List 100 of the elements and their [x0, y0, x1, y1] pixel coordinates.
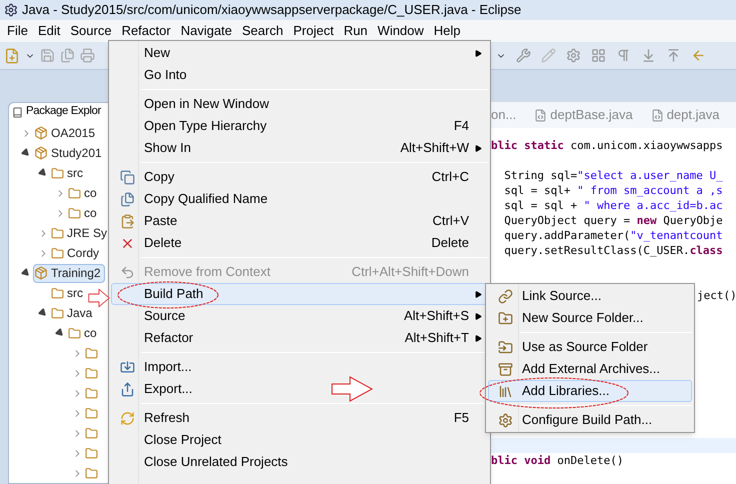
- tree-item-label: OA2015: [51, 125, 96, 142]
- grid-icon[interactable]: [591, 48, 606, 63]
- code-line: String sql="select a.user_name U_: [503, 169, 723, 182]
- folder-icon: [51, 306, 64, 320]
- code-line: sql = sql + " where a.acc_id=b.ac: [503, 199, 723, 212]
- menu-bar-item[interactable]: Project: [288, 21, 339, 41]
- menu-item-icon: [120, 360, 134, 374]
- code-line: query.setResultClass(C_USER.class: [503, 244, 723, 257]
- tree-item-label: JRE Sy: [67, 225, 108, 242]
- window-title: Java - Study2015/src/com/unicom/xiaoywwsappserverpackage/C_USER.java - Eclipse: [22, 1, 522, 20]
- menu-bar-item[interactable]: Refactor: [116, 21, 176, 41]
- project-icon: [34, 266, 48, 280]
- menu-bar-item[interactable]: Help: [428, 21, 466, 41]
- folder-icon: [85, 366, 98, 380]
- tree-item-label: co: [84, 325, 97, 342]
- tree-item[interactable]: co: [67, 204, 101, 222]
- menu-item[interactable]: Delete Delete: [111, 232, 488, 254]
- menu-item[interactable]: Use as Source Folder: [488, 336, 692, 358]
- menu-item-icon: [120, 214, 134, 228]
- folder-icon: [51, 226, 64, 240]
- tree-item-label: src: [67, 165, 83, 182]
- menu-item-icon: [498, 362, 512, 376]
- menu-item[interactable]: Paste Ctrl+V: [111, 210, 488, 232]
- menu-item[interactable]: Add External Archives...: [488, 358, 692, 380]
- menu-item[interactable]: Refresh F5: [111, 407, 488, 429]
- tree-item-label: Study201: [51, 145, 102, 162]
- menu-item[interactable]: Link Source...: [488, 285, 692, 307]
- menu-item-icon: [498, 288, 512, 304]
- menu-bar-item[interactable]: Window: [372, 21, 429, 41]
- folder-icon: [85, 346, 98, 360]
- tree-item[interactable]: Cordy: [50, 244, 104, 262]
- code-line: QueryObject query = new QueryObje: [503, 214, 723, 227]
- menu-bar-item[interactable]: Source: [65, 21, 117, 41]
- tree-item[interactable]: src: [50, 284, 87, 302]
- menu-item-icon: [498, 412, 512, 428]
- submenu-arrow-icon: [474, 144, 482, 152]
- panel-title[interactable]: Package Explor: [26, 103, 101, 121]
- tree-item[interactable]: Study201: [33, 144, 106, 162]
- menu-bar-item[interactable]: Edit: [32, 21, 66, 41]
- menu-item[interactable]: Go Into: [111, 64, 488, 86]
- save-icon[interactable]: [40, 48, 55, 63]
- tree-item[interactable]: JRE Sy: [50, 224, 112, 242]
- tree-item[interactable]: co: [67, 184, 101, 202]
- menu-item[interactable]: Show In Alt+Shift+W: [111, 137, 488, 159]
- tree-item[interactable]: Java: [50, 304, 96, 322]
- menu-item[interactable]: Close Unrelated Projects: [111, 451, 488, 473]
- pencil-icon[interactable]: [541, 48, 556, 63]
- menu-item[interactable]: New: [111, 42, 488, 64]
- menu-item[interactable]: Close Project: [111, 429, 488, 451]
- project-icon: [34, 146, 48, 160]
- menu-item[interactable]: Copy Ctrl+C: [111, 166, 488, 188]
- tree-item[interactable]: OA2015: [33, 124, 100, 142]
- code-line: query.addParameter("v_tenantcount: [503, 229, 723, 242]
- tree-item-label: co: [84, 205, 97, 222]
- new-file-icon[interactable]: [4, 48, 20, 64]
- code-line: blic static com.unicom.xiaoywwsapps: [491, 139, 723, 152]
- menu-item[interactable]: Refactor Alt+Shift+T: [111, 327, 488, 349]
- code-line: ject(): [697, 289, 736, 302]
- pilcrow-icon[interactable]: [616, 48, 631, 63]
- menu-item[interactable]: New Source Folder...: [488, 307, 692, 329]
- folder-icon: [85, 426, 98, 440]
- menu-item[interactable]: Open Type Hierarchy F4: [111, 115, 488, 137]
- menu-bar-item[interactable]: Run: [338, 21, 373, 41]
- save-all-icon[interactable]: [60, 48, 75, 63]
- tree-item[interactable]: src: [50, 164, 87, 182]
- menu-item[interactable]: Export...: [111, 378, 488, 400]
- print-icon[interactable]: [80, 48, 95, 63]
- menu-item[interactable]: Import...: [111, 356, 488, 378]
- settings-icon[interactable]: [566, 48, 581, 63]
- tree-item[interactable]: co: [67, 324, 101, 342]
- tree-item-label: Cordy: [67, 245, 100, 262]
- tree-item[interactable]: Training2: [33, 264, 105, 282]
- menu-item[interactable]: Open in New Window: [111, 93, 488, 115]
- menu-item-icon: [498, 384, 512, 398]
- app-icon: [4, 3, 18, 17]
- back-icon[interactable]: [691, 48, 706, 63]
- menu-item[interactable]: Add Libraries...: [488, 380, 692, 402]
- menu-item[interactable]: Source Alt+Shift+S: [111, 305, 488, 327]
- project-icon: [34, 126, 48, 140]
- wrench-icon[interactable]: [516, 48, 531, 63]
- menu-bar-item[interactable]: Navigate: [176, 21, 238, 41]
- menu-item[interactable]: Copy Qualified Name: [111, 188, 488, 210]
- folder-icon: [51, 286, 64, 300]
- tree-item-label: src: [67, 285, 83, 302]
- menu-item-icon: [120, 192, 134, 206]
- menu-item[interactable]: Configure Build Path...: [488, 409, 692, 431]
- menu-item[interactable]: Build Path: [111, 283, 488, 305]
- menu-item-icon: [120, 264, 134, 280]
- submenu-arrow-icon: [474, 312, 482, 320]
- tree-item-label: Training2: [51, 265, 101, 282]
- menu-bar-item[interactable]: File: [2, 21, 33, 41]
- submenu-arrow-icon: [474, 290, 482, 298]
- package-explorer-icon: [12, 106, 23, 118]
- submenu-arrow-icon: [474, 334, 482, 342]
- folder-icon: [85, 446, 98, 460]
- submenu-arrow-icon: [474, 50, 482, 56]
- folder-icon: [85, 406, 98, 420]
- java-file-icon: [650, 108, 664, 122]
- menu-bar-item[interactable]: Search: [237, 21, 288, 41]
- folder-icon: [68, 206, 81, 220]
